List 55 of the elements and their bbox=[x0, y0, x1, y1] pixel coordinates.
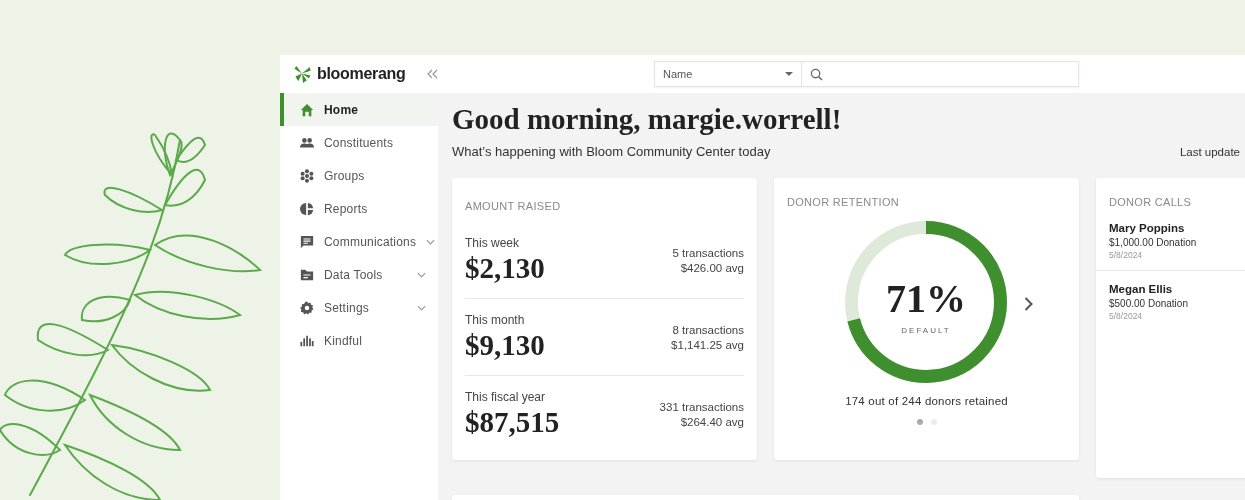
search-type-dropdown[interactable]: Name bbox=[655, 62, 802, 86]
percentage-value: 71% bbox=[886, 275, 966, 322]
logo-icon bbox=[293, 64, 312, 84]
settings-icon bbox=[300, 300, 314, 315]
amount-value: $87,515 bbox=[465, 405, 560, 439]
dashboard-subtitle: What’s happening with Bloom Community Center today bbox=[452, 144, 771, 159]
donor-name: Mary Poppins bbox=[1109, 222, 1185, 234]
last-updated-text: Last update bbox=[1179, 145, 1240, 158]
sidebar-item[interactable]: Groups bbox=[280, 159, 438, 192]
folder-icon bbox=[300, 267, 314, 282]
search-field[interactable] bbox=[802, 62, 1078, 86]
sidebar-item[interactable]: Settings bbox=[280, 291, 438, 324]
people-icon bbox=[300, 135, 314, 150]
card-title: AMOUNT RAISED bbox=[465, 200, 561, 212]
sidebar-item[interactable]: Home bbox=[280, 93, 438, 126]
period-label: This fiscal year bbox=[465, 389, 547, 404]
sidebar-item[interactable]: Kindful bbox=[280, 324, 438, 357]
carousel-dot[interactable] bbox=[916, 419, 923, 425]
chevron-right-icon[interactable] bbox=[1024, 297, 1033, 311]
donation-amount: $500.00 Donation bbox=[1109, 298, 1188, 309]
donor-name: Megan Ellis bbox=[1109, 283, 1173, 295]
home-icon bbox=[300, 102, 314, 117]
period-label: This week bbox=[465, 235, 521, 250]
chevron-down-icon[interactable] bbox=[426, 238, 436, 245]
meter-caption: DEFAULT bbox=[901, 326, 951, 335]
search-icon bbox=[810, 67, 823, 81]
amount-value: $9,130 bbox=[465, 328, 545, 362]
chevron-down-icon[interactable] bbox=[417, 304, 426, 311]
card-title: DONOR RETENTION bbox=[787, 196, 900, 208]
average-amount: $1,141.25 avg bbox=[671, 338, 744, 351]
sidebar-item[interactable]: Data Tools bbox=[280, 258, 438, 291]
period-label: This month bbox=[465, 312, 526, 327]
chevron-down-icon[interactable] bbox=[417, 271, 426, 278]
retention-summary: 174 out of 244 donors retained bbox=[845, 395, 1008, 407]
pie-chart-icon bbox=[300, 201, 314, 216]
amount-value: $2,130 bbox=[465, 251, 545, 285]
card-title: DONOR CALLS bbox=[1109, 196, 1192, 208]
donation-date: 5/8/2024 bbox=[1109, 311, 1143, 321]
greeting-heading: Good morning, margie.worrell! bbox=[452, 103, 843, 136]
transaction-count: 5 transactions bbox=[672, 246, 744, 259]
average-amount: $426.00 avg bbox=[680, 261, 744, 274]
donation-date: 5/8/2024 bbox=[1109, 250, 1143, 260]
transaction-count: 331 transactions bbox=[659, 400, 744, 413]
chat-icon bbox=[300, 234, 314, 249]
sidebar-item[interactable]: Constituents bbox=[280, 126, 438, 159]
caret-icon bbox=[785, 72, 793, 76]
donation-amount: $1,000.00 Donation bbox=[1109, 237, 1197, 248]
logo-text: bloomerang bbox=[317, 65, 406, 83]
sidebar-item[interactable]: Reports bbox=[280, 192, 438, 225]
dots-cluster-icon bbox=[300, 168, 314, 183]
sidebar-item[interactable]: Communications bbox=[280, 225, 438, 258]
average-amount: $264.40 avg bbox=[680, 415, 744, 428]
bar-chart-icon bbox=[300, 333, 314, 348]
collapse-icon[interactable] bbox=[426, 69, 438, 79]
transaction-count: 8 transactions bbox=[672, 323, 744, 336]
